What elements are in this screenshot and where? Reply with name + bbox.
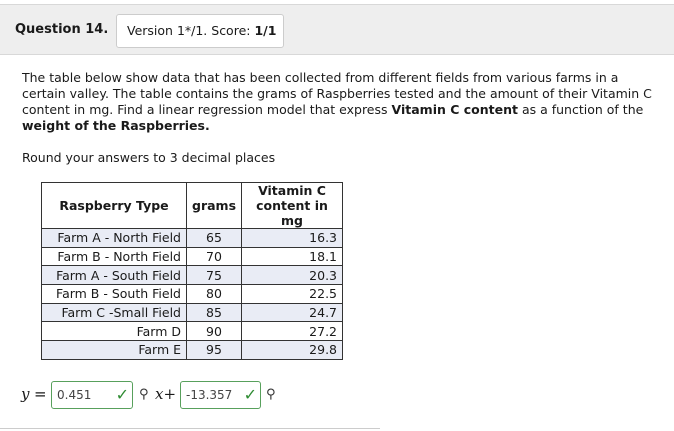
score-value: 1/1	[254, 23, 277, 38]
header-vitamin-c: Vitamin Ccontent in mg	[241, 182, 344, 229]
table-row: Farm E 95 29.8	[41, 340, 344, 360]
cell-type: Farm B - North Field	[41, 246, 187, 267]
table-row: Farm B - South Field 80 22.5	[41, 284, 344, 304]
plus-sign: +	[163, 385, 177, 403]
header-vitc-line1: Vitamin C	[258, 183, 326, 198]
key-icon[interactable]: ⚲	[266, 387, 276, 402]
key-icon[interactable]: ⚲	[139, 387, 149, 402]
table-row: Farm B - North Field 70 18.1	[41, 246, 344, 267]
prompt-bold1: Vitamin C content	[391, 102, 518, 117]
answer-row: y = 0.451 ✓ ⚲ x+ -13.357 ✓ ⚲	[0, 381, 300, 411]
cell-type: Farm B - South Field	[41, 284, 187, 304]
x-term: x+	[155, 385, 176, 403]
cell-vitc: 22.5	[241, 284, 344, 304]
header-vitc-line2: content in mg	[256, 198, 328, 228]
cell-grams: 95	[185, 340, 243, 360]
cell-type: Farm D	[41, 321, 187, 342]
cell-vitc: 27.2	[241, 321, 344, 342]
table-row: Farm A - South Field 75 20.3	[41, 265, 344, 286]
divider	[0, 428, 380, 429]
cell-type: Farm A - North Field	[41, 228, 187, 248]
header-grams: grams	[185, 182, 243, 229]
table-header-row: Raspberry Type grams Vitamin Ccontent in…	[41, 182, 344, 229]
header-raspberry-type: Raspberry Type	[41, 182, 187, 229]
table-row: Farm D 90 27.2	[41, 321, 344, 342]
cell-vitc: 16.3	[241, 228, 344, 248]
cell-vitc: 29.8	[241, 340, 344, 360]
cell-type: Farm A - South Field	[41, 265, 187, 286]
prompt-bold2: weight of the Raspberries.	[22, 118, 210, 133]
cell-vitc: 18.1	[241, 246, 344, 267]
cell-grams: 80	[185, 284, 243, 304]
equals-sign: =	[34, 385, 47, 403]
question-header: Question 14. Version 1*/1. Score: 1/1	[0, 4, 674, 55]
cell-vitc: 24.7	[241, 302, 344, 323]
cell-grams: 90	[185, 321, 243, 342]
table-row: Farm A - North Field 65 16.3	[41, 228, 344, 248]
table-row: Farm C -Small Field 85 24.7	[41, 302, 344, 323]
cell-grams: 75	[185, 265, 243, 286]
check-icon: ✓	[243, 385, 257, 404]
intercept-input[interactable]: -13.357 ✓	[180, 381, 261, 409]
cell-grams: 70	[185, 246, 243, 267]
prompt-part2: as a function of the	[517, 102, 644, 117]
data-table: Raspberry Type grams Vitamin Ccontent in…	[41, 182, 344, 360]
slope-value: 0.451	[57, 388, 92, 402]
intercept-value: -13.357	[186, 388, 233, 402]
cell-type: Farm C -Small Field	[41, 302, 187, 323]
question-prompt: The table below show data that has been …	[22, 70, 662, 134]
y-variable: y	[21, 385, 30, 403]
question-number: Question 14.	[15, 22, 109, 37]
cell-type: Farm E	[41, 340, 187, 360]
cell-vitc: 20.3	[241, 265, 344, 286]
check-icon: ✓	[115, 385, 129, 404]
cell-grams: 85	[185, 302, 243, 323]
cell-grams: 65	[185, 228, 243, 248]
version-text: Version 1*/1. Score:	[127, 23, 255, 38]
rounding-instruction: Round your answers to 3 decimal places	[22, 150, 276, 165]
version-score-box: Version 1*/1. Score: 1/1	[116, 14, 284, 48]
slope-input[interactable]: 0.451 ✓	[51, 381, 133, 409]
